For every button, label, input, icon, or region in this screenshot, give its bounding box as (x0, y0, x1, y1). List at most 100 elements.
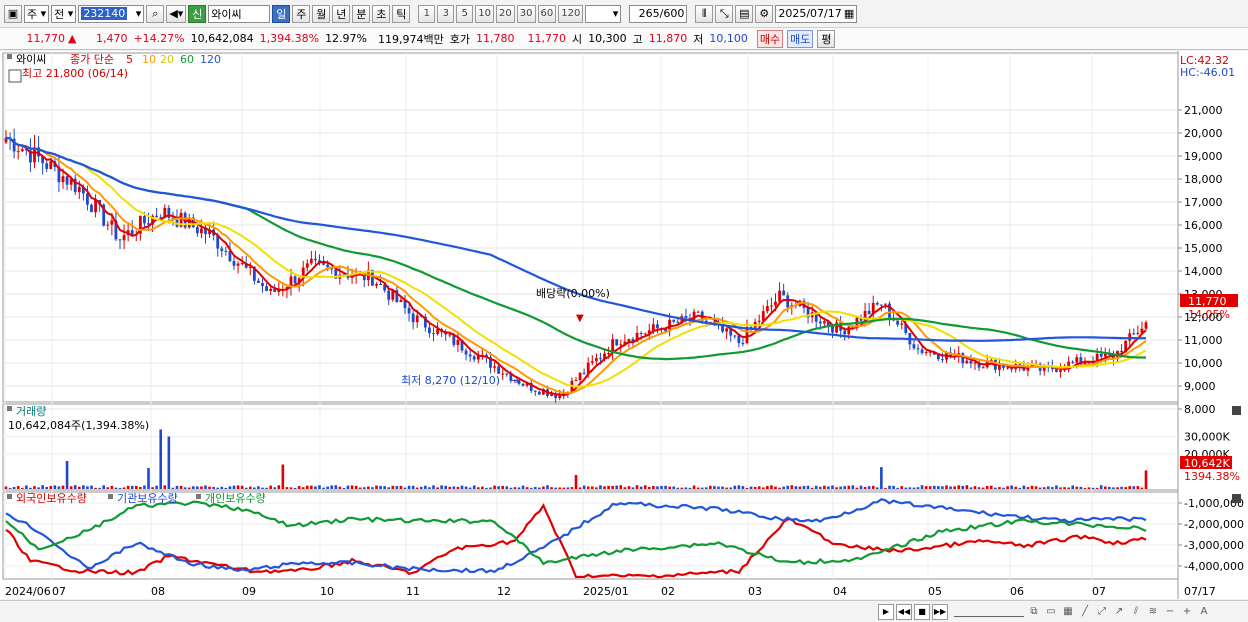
table-toggle-icon[interactable] (8, 69, 22, 83)
volume-bar (794, 486, 798, 489)
stop-icon[interactable]: ■ (914, 603, 930, 620)
line-icon[interactable]: ╱ (1078, 605, 1092, 619)
scroll-right-icon[interactable]: ▶ (878, 603, 894, 620)
date-field[interactable]: 2025/07/17 ▦ (775, 4, 858, 23)
scroll-last-icon[interactable]: ▶▶ (932, 603, 948, 620)
candle-body (16, 151, 20, 153)
ma120-label: 120 (200, 53, 221, 66)
volume-bar (289, 487, 293, 489)
candle-body (20, 149, 24, 152)
period-week-button[interactable]: 주 (292, 4, 311, 23)
close-icon[interactable] (1232, 406, 1241, 415)
candle-body (786, 295, 790, 308)
minute-3-button[interactable]: 3 (437, 4, 455, 23)
volume-bar (448, 486, 452, 489)
volume-bar (843, 486, 847, 489)
chart-area[interactable]: 21,000 20,000 19,000 18,000 17,000 16,000 15,0… (0, 51, 1248, 599)
trend-icon[interactable]: ⤢ (1095, 605, 1109, 619)
buy-button[interactable]: 매수 (756, 29, 784, 48)
candle-body (407, 307, 411, 314)
volume-bar (464, 486, 468, 489)
volume-bar (485, 487, 488, 489)
period-month-button[interactable]: 월 (312, 4, 331, 23)
volume-bar (395, 486, 399, 489)
volume-bar (880, 467, 883, 489)
volume-bar (1014, 486, 1018, 489)
minute-60-button[interactable]: 60 (537, 4, 557, 23)
window-icon[interactable]: ▣ (4, 4, 22, 23)
minute-120-button[interactable]: 120 (558, 4, 584, 23)
channel-icon[interactable]: ⫽ (1129, 605, 1143, 619)
scroll-first-icon[interactable]: ◀◀ (896, 603, 912, 620)
text-tool-icon[interactable]: A (1197, 605, 1211, 619)
volume-bar (998, 487, 1001, 489)
candle-body (118, 239, 122, 241)
speaker-icon[interactable]: ◀▾ (166, 4, 187, 23)
code-input[interactable]: 232140 ▾ (78, 4, 145, 23)
candle-body (615, 339, 619, 346)
volume-bar (538, 487, 541, 489)
volume-bar (1067, 487, 1070, 489)
fibo-icon[interactable]: ≋ (1146, 605, 1160, 619)
sell-button[interactable]: 매도 (787, 29, 814, 48)
volume-bar (130, 485, 134, 489)
candle-body (867, 310, 871, 315)
volume-bar (362, 487, 366, 489)
period-second-button[interactable]: 초 (372, 4, 391, 23)
screen-split-icon[interactable]: ⧉ (1027, 605, 1041, 619)
candle-body (912, 344, 916, 349)
ray-icon[interactable]: ↗ (1112, 605, 1126, 619)
volume-bar (163, 485, 167, 489)
candle-body (733, 335, 737, 337)
period-tick-button[interactable]: 틱 (392, 4, 411, 23)
candle-type-icon[interactable]: ⫴ (695, 4, 714, 23)
candle-body (774, 301, 777, 306)
close-icon[interactable] (1232, 494, 1241, 503)
volume-bar (753, 486, 757, 489)
volume-bar (827, 486, 830, 489)
volume-bar (603, 486, 606, 489)
search-icon[interactable]: ⌕ (146, 4, 165, 23)
price-type-select[interactable]: 전 ▾ (51, 4, 77, 23)
volume-bar (8, 487, 12, 489)
stock-name-field[interactable]: 와이씨 (208, 4, 271, 23)
volume-bar (69, 486, 73, 489)
volume-bar (546, 485, 549, 489)
period-day-button[interactable]: 일 (272, 4, 291, 23)
volume-bar (570, 487, 574, 489)
chart-svg[interactable]: 21,000 20,000 19,000 18,000 17,000 16,000 15,0… (0, 51, 1248, 599)
layout-icon[interactable]: ▭ (1044, 605, 1058, 619)
period-year-button[interactable]: 년 (332, 4, 351, 23)
minute-5-button[interactable]: 5 (456, 4, 474, 23)
volume-bar (725, 487, 728, 489)
volume-bar (1042, 487, 1046, 489)
ma5-line (5, 136, 1147, 397)
grid-icon[interactable]: ▦ (1061, 605, 1075, 619)
draw-tool-icon[interactable]: ⤡ (715, 4, 734, 23)
volume-bar (1124, 487, 1127, 489)
volume-bar (1063, 487, 1066, 489)
minute-1-button[interactable]: 1 (418, 4, 436, 23)
volume-bar (73, 485, 77, 489)
custom-interval-select[interactable]: ▾ (585, 4, 622, 23)
period-minute-button[interactable]: 분 (352, 4, 371, 23)
minute-30-button[interactable]: 30 (516, 4, 536, 23)
period-type-select[interactable]: 주 ▾ (24, 4, 50, 23)
candle-body (472, 356, 476, 360)
minute-10-button[interactable]: 10 (475, 4, 495, 23)
volume-bar (949, 486, 952, 489)
volume-bar (281, 464, 285, 489)
volume-bar (554, 487, 557, 489)
candle-body (778, 290, 781, 302)
volume-bar (216, 487, 220, 489)
save-icon[interactable]: ▤ (735, 4, 754, 23)
candle-body (464, 350, 468, 355)
zoom-in-icon[interactable]: + (1180, 605, 1194, 619)
data-count-field[interactable]: 265/600 (629, 4, 688, 23)
zoom-slider[interactable] (954, 606, 1024, 617)
extra-button[interactable]: 평 (817, 29, 836, 48)
volume-bar (342, 487, 346, 489)
minute-20-button[interactable]: 20 (496, 4, 515, 23)
gear-icon[interactable]: ⚙ (755, 4, 774, 23)
zoom-out-icon[interactable]: − (1163, 605, 1177, 619)
